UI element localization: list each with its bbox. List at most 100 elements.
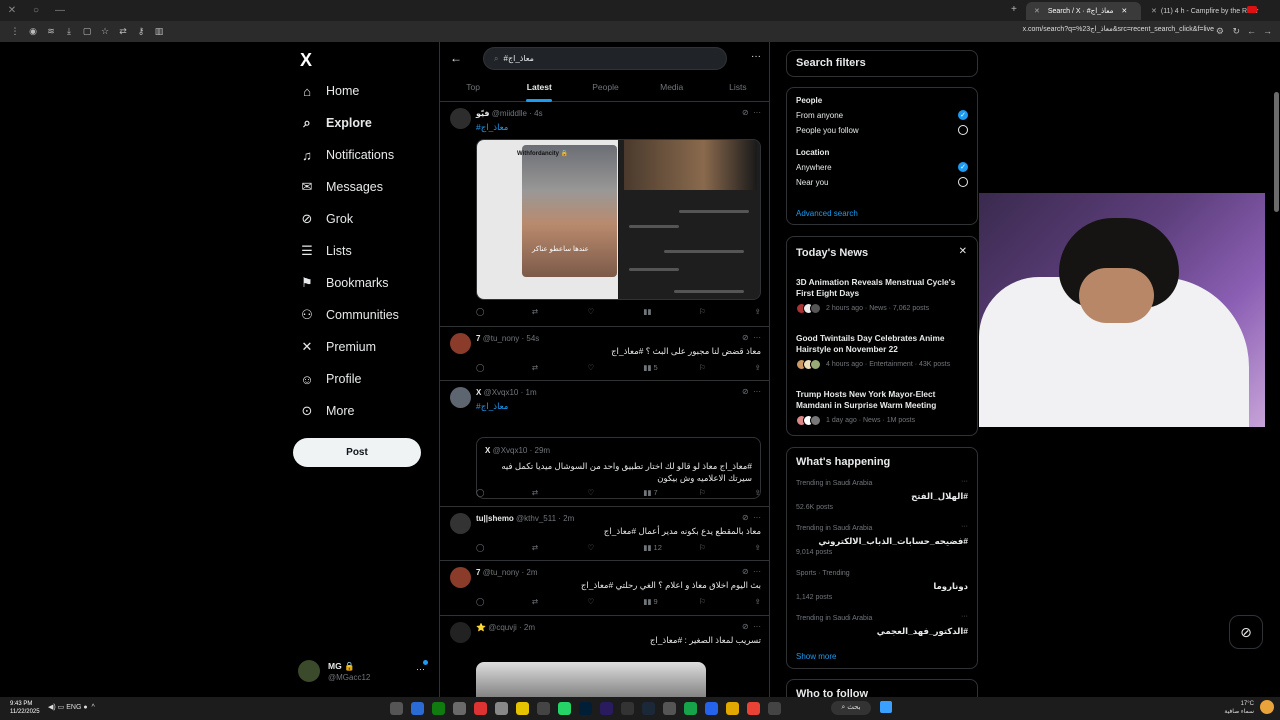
reload-small-icon[interactable]: ○ <box>24 5 48 16</box>
extensions-icon[interactable]: ▢ <box>78 26 96 37</box>
post-button[interactable]: Post <box>293 438 421 467</box>
browser-tab[interactable]: ✕ (11) 4 h - Campfire by the River <box>1143 2 1261 20</box>
photoshop-icon[interactable] <box>579 702 592 715</box>
taskbar-search[interactable]: ⌕ بحث <box>831 701 871 715</box>
app-icon[interactable] <box>684 702 697 715</box>
more-dots-icon[interactable]: ··· <box>416 664 425 674</box>
search-input[interactable]: ⌕ #معاذ_اج <box>483 47 727 70</box>
nav-notifications[interactable]: ♫ Notifications <box>298 141 394 169</box>
nav-messages[interactable]: ✉ Messages <box>298 173 383 201</box>
radio-icon[interactable] <box>958 125 968 135</box>
nav-lists[interactable]: ☰ Lists <box>298 237 352 265</box>
tweet-text[interactable]: تسريب لمعاذ الصغير : #معاذ_اج <box>476 634 761 646</box>
bookmark-icon[interactable]: ⚐ <box>699 488 755 500</box>
system-tray[interactable]: ◀) ▭ ENG ● ^ <box>48 703 95 711</box>
tweet-handle[interactable]: @miiddlle · 4s <box>492 109 543 118</box>
account-switcher[interactable]: MG 🔒 @MGacc12 ··· <box>298 658 433 686</box>
youtube-icon[interactable] <box>474 702 487 715</box>
views-count[interactable]: ▮▮ 12 <box>643 543 699 555</box>
site-settings-icon[interactable]: ⚙ <box>1216 26 1224 37</box>
nav-home[interactable]: ⌂ Home <box>298 77 359 105</box>
more-dots-icon[interactable]: ··· <box>961 523 968 530</box>
radio-checked-icon[interactable]: ✓ <box>958 162 968 172</box>
tweet-text[interactable]: معاذ قضض لنا مجبور على البث ؟ #معاذ_اج <box>476 345 761 357</box>
xbox-icon[interactable] <box>432 702 445 715</box>
tweet-menu[interactable]: ⊘ ··· <box>742 622 761 631</box>
tweet-menu[interactable]: ⊘ ··· <box>742 108 761 117</box>
tweet[interactable]: 7 @tu_nony · 2m ⊘ ··· بث اليوم اخلاق معا… <box>440 561 769 616</box>
more-dots-icon[interactable]: ··· <box>753 513 761 522</box>
nav-profile[interactable]: ☺ Profile <box>298 365 361 393</box>
browser-icon[interactable] <box>705 702 718 715</box>
tab-media[interactable]: Media <box>639 78 705 102</box>
page-scrollbar[interactable] <box>1274 92 1279 212</box>
tab-mute-icon[interactable]: ✕ <box>1034 7 1040 15</box>
filter-option[interactable]: Anywhere <box>796 163 832 172</box>
grok-icon[interactable]: ⊘ <box>742 513 749 522</box>
avatar[interactable] <box>450 513 471 534</box>
advanced-search-link[interactable]: Advanced search <box>796 209 858 218</box>
clock[interactable]: 9:43 PM 11/22/2025 <box>10 700 40 716</box>
chrome-icon[interactable] <box>747 702 760 715</box>
weather-widget[interactable]: 17°C سماء صافية <box>1224 700 1254 716</box>
tweet-text[interactable]: بث اليوم اخلاق معاذ و اعلام ؟ الغي رحلتي… <box>476 579 761 591</box>
sticky-notes-icon[interactable] <box>516 702 529 715</box>
views-count[interactable]: ▮▮ 7 <box>643 488 699 500</box>
tweet-media[interactable]: Withfordancity 🔒 عندها ساعطو عناكر <box>476 139 761 300</box>
app-icon[interactable] <box>663 702 676 715</box>
tweet-author[interactable]: 7 <box>476 334 480 343</box>
tab-latest[interactable]: Latest <box>506 78 572 102</box>
trend-name[interactable]: #الدكتور_فهد_العجمي <box>877 626 968 637</box>
retweet-icon[interactable]: ⇄ <box>532 363 588 375</box>
like-icon[interactable]: ♡ <box>587 363 643 375</box>
trend-name[interactable]: دوناروما <box>933 581 968 592</box>
retweet-icon[interactable]: ⇄ <box>532 543 588 555</box>
tweet[interactable]: X @Xvqx10 · 1m ⊘ ··· #معاذ_اج X @Xvqx10 … <box>440 381 769 507</box>
nav-communities[interactable]: ⚇ Communities <box>298 301 399 329</box>
back-icon[interactable]: ← <box>1247 26 1256 36</box>
app-icon[interactable] <box>768 702 781 715</box>
volume-icon[interactable]: ◀) <box>48 704 56 711</box>
views-icon[interactable]: ▮▮ <box>643 307 699 319</box>
tweet-author[interactable]: ⭐ <box>476 623 486 632</box>
window-close-icon[interactable]: ✕ <box>0 5 24 16</box>
tab-close-icon[interactable]: ✕ <box>1151 7 1157 15</box>
reload-icon[interactable]: ↻ <box>1232 26 1240 37</box>
key-icon[interactable]: ⚷ <box>132 26 150 37</box>
grok-floating-button[interactable]: ⊘ <box>1229 615 1263 649</box>
tweet[interactable]: فيّو @miiddlle · 4s ⊘ ··· #معاذ_اج Withf… <box>440 102 769 327</box>
windows-start-icon[interactable] <box>880 701 892 713</box>
nav-premium[interactable]: ✕ Premium <box>298 333 376 361</box>
more-dots-icon[interactable]: ··· <box>961 613 968 620</box>
grok-icon[interactable]: ⊘ <box>742 108 749 117</box>
reply-icon[interactable]: ◯ <box>476 363 532 375</box>
tab-people[interactable]: People <box>572 78 638 102</box>
more-dots-icon[interactable]: ··· <box>753 387 761 396</box>
more-dots-icon[interactable]: ··· <box>753 567 761 576</box>
tweet-menu[interactable]: ⊘ ··· <box>742 567 761 576</box>
tweet-author[interactable]: 7 <box>476 568 480 577</box>
tweet-handle[interactable]: @kthv_511 · 2m <box>516 514 574 523</box>
tweet[interactable]: ⭐ @cquvji · 2m ⊘ ··· تسريب لمعاذ الصغير … <box>440 616 769 697</box>
share-icon[interactable]: ⇪ <box>755 543 761 555</box>
more-dots-icon[interactable]: ··· <box>751 51 761 62</box>
profile-icon[interactable]: ◉ <box>24 26 42 37</box>
bookmark-icon[interactable]: ⚐ <box>699 597 755 609</box>
network-icon[interactable]: ▭ <box>58 704 65 711</box>
like-icon[interactable]: ♡ <box>587 543 643 555</box>
tab-search-icon[interactable]: ≋ <box>42 26 60 37</box>
tab-top[interactable]: Top <box>440 78 506 102</box>
premiere-icon[interactable] <box>600 702 613 715</box>
app-icon[interactable] <box>537 702 550 715</box>
app-icon[interactable] <box>453 702 466 715</box>
steam-icon[interactable] <box>642 702 655 715</box>
chevron-up-icon[interactable]: ^ <box>92 704 95 711</box>
grok-icon[interactable]: ⊘ <box>742 333 749 342</box>
app-icon[interactable] <box>411 702 424 715</box>
like-icon[interactable]: ♡ <box>587 488 643 500</box>
tweet[interactable]: 7 @tu_nony · 54s ⊘ ··· معاذ قضض لنا مجبو… <box>440 327 769 381</box>
share-icon[interactable]: ⇪ <box>755 307 761 319</box>
avatar[interactable] <box>450 108 471 129</box>
app-icon[interactable] <box>495 702 508 715</box>
share-icon[interactable]: ⇪ <box>755 363 761 375</box>
